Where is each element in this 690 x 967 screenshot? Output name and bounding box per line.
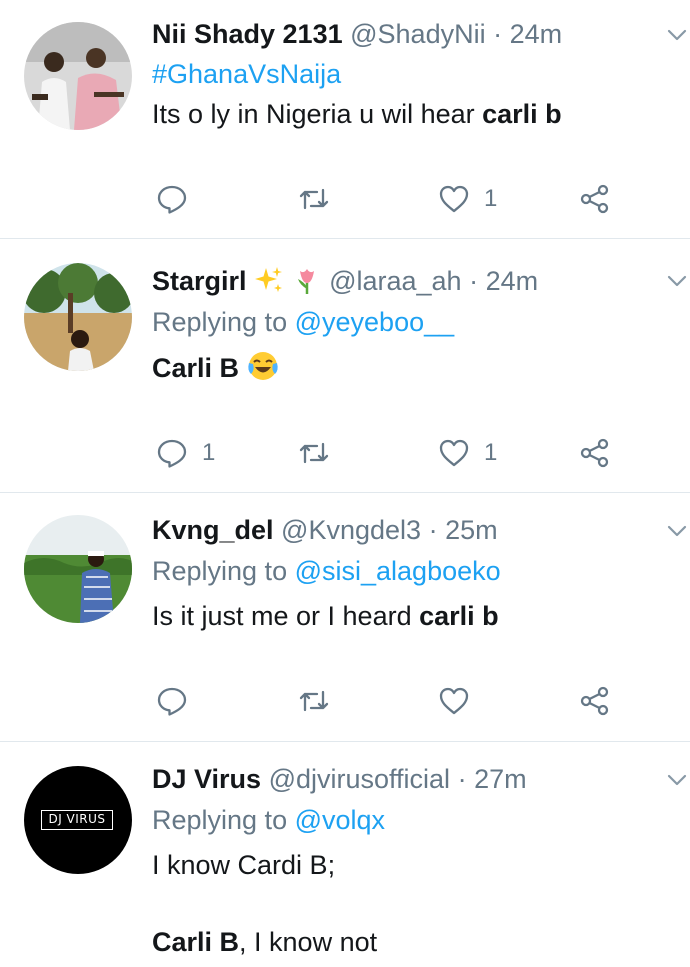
- retweet-button[interactable]: [298, 433, 330, 473]
- retweet-icon: [298, 437, 330, 469]
- avatar[interactable]: [24, 263, 132, 371]
- hashtag-link[interactable]: #GhanaVsNaija: [152, 59, 341, 89]
- user-handle[interactable]: @laraa_ah: [329, 266, 462, 296]
- like-button[interactable]: 1: [438, 179, 497, 219]
- tweet-text: Is it just me or I heard carli b: [152, 599, 499, 633]
- replying-to-handle[interactable]: @sisi_alagboeko: [295, 556, 501, 586]
- replying-to-line: Replying to @yeyeboo__: [152, 305, 454, 339]
- replying-to-label: Replying to: [152, 556, 288, 586]
- replying-to-line: Replying to @volqx: [152, 803, 385, 837]
- tweet[interactable]: Kvng_del @Kvngdel3 · 25m Replying to @si…: [0, 493, 690, 742]
- caret-down-icon[interactable]: [666, 24, 688, 46]
- like-count: 1: [484, 185, 498, 212]
- tweet-text-bold: carli b: [419, 601, 499, 631]
- reply-button[interactable]: 1: [156, 433, 215, 473]
- display-name[interactable]: Nii Shady 2131: [152, 19, 343, 49]
- share-button[interactable]: [579, 681, 611, 721]
- tweet-text-line-1: I know Cardi B;: [152, 850, 336, 880]
- tweet-actions: 1 1: [0, 433, 690, 473]
- reply-icon: [156, 183, 188, 215]
- share-button[interactable]: [579, 179, 611, 219]
- like-icon: [438, 437, 470, 469]
- tweet-header: DJ Virus @djvirusofficial · 27m: [152, 762, 527, 796]
- tweet[interactable]: DJ VIRUS DJ Virus @djvirusofficial · 27m…: [0, 742, 690, 967]
- tweet[interactable]: Nii Shady 2131 @ShadyNii · 24m #GhanaVsN…: [0, 0, 690, 239]
- sparkles-emoji: [254, 265, 284, 303]
- separator-dot: ·: [469, 266, 479, 296]
- avatar-image: [24, 22, 132, 130]
- tweet-header: Kvng_del @Kvngdel3 · 25m: [152, 513, 498, 547]
- timestamp[interactable]: 27m: [474, 764, 527, 794]
- like-count: 1: [484, 439, 498, 466]
- reply-icon: [156, 437, 188, 469]
- caret-down-icon[interactable]: [666, 769, 688, 791]
- avatar[interactable]: DJ VIRUS: [24, 766, 132, 874]
- avatar-image: [24, 263, 132, 371]
- display-name[interactable]: Kvng_del: [152, 515, 274, 545]
- tweet-text-bold: carli b: [482, 99, 562, 129]
- share-icon: [579, 437, 611, 469]
- display-name[interactable]: DJ Virus: [152, 764, 261, 794]
- separator-dot: ·: [493, 19, 503, 49]
- reply-icon: [156, 685, 188, 717]
- tweet-text-line-2: Carli B, I know not: [152, 925, 377, 959]
- tweet-actions: 1: [0, 179, 690, 219]
- tweet-text-plain: Is it just me or I heard: [152, 601, 420, 631]
- tweet-text-bold: Carli B: [152, 927, 240, 957]
- timestamp[interactable]: 24m: [486, 266, 539, 296]
- replying-to-line: Replying to @sisi_alagboeko: [152, 554, 501, 588]
- reply-count: 1: [202, 439, 216, 466]
- hashtag-line: #GhanaVsNaija: [152, 57, 341, 91]
- tweet[interactable]: Stargirl @laraa_ah · 24m Replying to @ye…: [0, 239, 690, 493]
- avatar[interactable]: [24, 515, 132, 623]
- face-with-tears-of-joy-emoji: [247, 350, 279, 390]
- retweet-icon: [298, 183, 330, 215]
- tweet-feed: Nii Shady 2131 @ShadyNii · 24m #GhanaVsN…: [0, 0, 690, 967]
- display-name[interactable]: Stargirl: [152, 266, 247, 296]
- replying-to-handle[interactable]: @volqx: [295, 805, 385, 835]
- user-handle[interactable]: @djvirusofficial: [269, 764, 450, 794]
- timestamp[interactable]: 25m: [445, 515, 498, 545]
- tweet-header: Nii Shady 2131 @ShadyNii · 24m: [152, 17, 562, 51]
- user-handle[interactable]: @Kvngdel3: [281, 515, 421, 545]
- caret-down-icon[interactable]: [666, 270, 688, 292]
- user-handle[interactable]: @ShadyNii: [350, 19, 485, 49]
- like-icon: [438, 183, 470, 215]
- tweet-header: Stargirl @laraa_ah · 24m: [152, 264, 538, 303]
- caret-down-icon[interactable]: [666, 520, 688, 542]
- like-icon: [438, 685, 470, 717]
- avatar[interactable]: [24, 22, 132, 130]
- tweet-text-plain: Its o ly in Nigeria u wil hear: [152, 99, 483, 129]
- reply-button[interactable]: [156, 681, 202, 721]
- avatar-image: [24, 515, 132, 623]
- replying-to-label: Replying to: [152, 805, 288, 835]
- retweet-icon: [298, 685, 330, 717]
- replying-to-handle[interactable]: @yeyeboo__: [295, 307, 455, 337]
- retweet-button[interactable]: [298, 179, 330, 219]
- reply-button[interactable]: [156, 179, 202, 219]
- tweet-text-bold: Carli B: [152, 353, 240, 383]
- like-button[interactable]: 1: [438, 433, 497, 473]
- separator-dot: ·: [457, 764, 467, 794]
- tweet-text: Carli B: [152, 350, 279, 390]
- share-icon: [579, 183, 611, 215]
- share-button[interactable]: [579, 433, 611, 473]
- share-icon: [579, 685, 611, 717]
- like-button[interactable]: [438, 681, 484, 721]
- timestamp[interactable]: 24m: [510, 19, 563, 49]
- avatar-logo-text: DJ VIRUS: [41, 810, 113, 830]
- tweet-actions: [0, 681, 690, 721]
- replying-to-label: Replying to: [152, 307, 288, 337]
- retweet-button[interactable]: [298, 681, 330, 721]
- tweet-text: Its o ly in Nigeria u wil hear carli b: [152, 97, 562, 131]
- tulip-emoji: [292, 265, 322, 303]
- separator-dot: ·: [428, 515, 438, 545]
- tweet-text-plain: , I know not: [239, 927, 378, 957]
